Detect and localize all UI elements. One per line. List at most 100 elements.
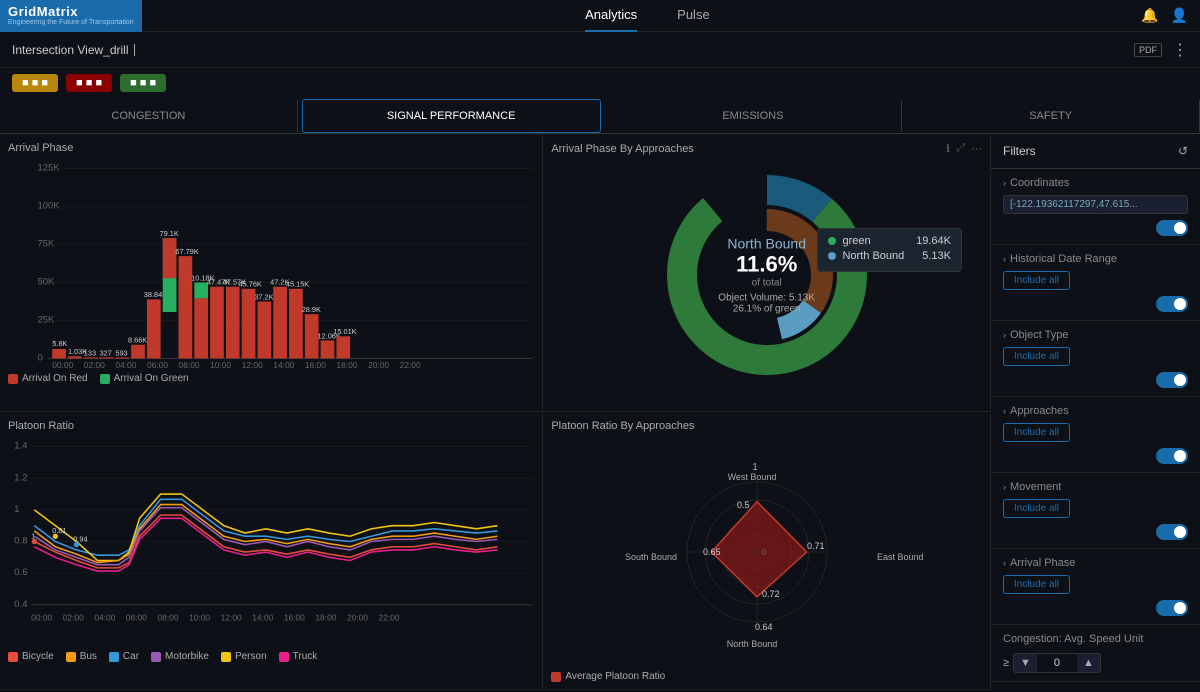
- expand-icon[interactable]: ⤢: [956, 142, 965, 155]
- svg-text:327: 327: [100, 348, 112, 357]
- include-all-arrival-phase[interactable]: Include all: [1003, 575, 1070, 594]
- logo-name: GridMatrix: [8, 4, 134, 20]
- platoon-ratio-legend: Bicycle Bus Car Motorbike: [8, 651, 534, 662]
- bell-icon[interactable]: 🔔: [1141, 7, 1158, 24]
- nav-pulse[interactable]: Pulse: [677, 0, 710, 32]
- filter-movement-label[interactable]: › Movement: [1003, 481, 1188, 493]
- svg-text:08:00: 08:00: [157, 613, 178, 623]
- include-all-approaches[interactable]: Include all: [1003, 423, 1070, 442]
- arrival-phase-legend: Arrival On Red Arrival On Green: [8, 373, 534, 384]
- panel-arrival-by-approaches: Arrival Phase By Approaches ℹ ⤢ ⋯: [543, 134, 990, 411]
- panel-platoon-by-approaches: Platoon Ratio By Approaches 1 West Bound…: [543, 412, 990, 689]
- tooltip-row-north: North Bound 5.13K: [828, 250, 951, 262]
- legend-truck: Truck: [279, 651, 318, 662]
- info-icon[interactable]: ℹ: [946, 142, 950, 155]
- toggle-switch-approaches[interactable]: [1156, 448, 1188, 464]
- filter-congestion-speed: Congestion: Avg. Speed Unit ≥ ▼ ▲: [991, 625, 1200, 682]
- chevron-coordinates: ›: [1003, 178, 1006, 188]
- logo-tagline: Engineering the Future of Transportation: [8, 19, 134, 27]
- pdf-icon[interactable]: PDF: [1134, 43, 1162, 57]
- svg-text:02:00: 02:00: [84, 360, 105, 369]
- toggle-switch-arrival-phase[interactable]: [1156, 600, 1188, 616]
- nav-analytics[interactable]: Analytics: [585, 0, 637, 32]
- svg-text:1: 1: [31, 531, 35, 540]
- platoon-ratio-chart: 1.4 1.2 1 0.8 0.6 0.4: [8, 436, 534, 647]
- svg-text:0.4: 0.4: [14, 599, 27, 610]
- tab-emissions[interactable]: EMISSIONS: [605, 100, 903, 132]
- legend-bicycle: Bicycle: [8, 651, 54, 662]
- filter-congestion-bicycle: Congestion: Bicycle Volume ≥ ▼ ▲: [991, 682, 1200, 690]
- toggle-switch-movement[interactable]: [1156, 524, 1188, 540]
- user-icon[interactable]: 👤: [1171, 7, 1188, 24]
- legend-motorbike: Motorbike: [151, 651, 209, 662]
- stepper-speed-down[interactable]: ▼: [1014, 654, 1037, 672]
- tab-safety[interactable]: SAFETY: [902, 100, 1200, 132]
- more-icon[interactable]: ⋯: [971, 142, 982, 155]
- svg-text:125K: 125K: [37, 163, 60, 174]
- badge-green: ■ ■ ■: [120, 74, 166, 92]
- filter-approaches-label[interactable]: › Approaches: [1003, 405, 1188, 417]
- filter-arrival-phase-label[interactable]: › Arrival Phase: [1003, 557, 1188, 569]
- svg-text:5.8K: 5.8K: [52, 339, 67, 348]
- svg-text:67.79K: 67.79K: [175, 247, 198, 256]
- tab-signal-performance[interactable]: SIGNAL PERFORMANCE: [302, 99, 601, 133]
- svg-text:East Bound: East Bound: [877, 552, 924, 562]
- chart-row-arrival: Arrival Phase 125K 100K 75K 50K 25K 0: [0, 134, 990, 412]
- svg-text:0: 0: [762, 548, 767, 557]
- svg-text:22:00: 22:00: [379, 613, 400, 623]
- chart-icons: ℹ ⤢ ⋯: [946, 142, 982, 155]
- svg-text:06:00: 06:00: [147, 360, 168, 369]
- more-icon[interactable]: ⋮: [1172, 40, 1188, 60]
- refresh-icon[interactable]: ↺: [1178, 144, 1188, 158]
- svg-text:18:00: 18:00: [336, 360, 357, 369]
- donut-label: North Bound 11.6% of total Object Volume…: [718, 235, 815, 314]
- include-all-object-type[interactable]: Include all: [1003, 347, 1070, 366]
- svg-text:37.2K: 37.2K: [254, 292, 273, 301]
- include-all-movement[interactable]: Include all: [1003, 499, 1070, 518]
- legend-avg-platoon-ratio: Average Platoon Ratio: [551, 671, 665, 682]
- svg-text:08:00: 08:00: [179, 360, 200, 369]
- toolbar: Intersection View_drill PDF ⋮: [0, 32, 1200, 68]
- svg-text:0.94: 0.94: [73, 534, 87, 543]
- toolbar-icons: PDF ⋮: [1134, 40, 1188, 60]
- include-all-historical[interactable]: Include all: [1003, 271, 1070, 290]
- filters-title: Filters: [1003, 144, 1036, 158]
- svg-text:10:00: 10:00: [210, 360, 231, 369]
- stepper-speed-box: ▼ ▲: [1013, 653, 1101, 673]
- toggle-switch-historical[interactable]: [1156, 296, 1188, 312]
- page-title: Intersection View_drill: [12, 43, 1134, 57]
- stepper-speed-input[interactable]: [1037, 654, 1077, 672]
- platoon-ratio-svg: 1.4 1.2 1 0.8 0.6 0.4: [8, 436, 534, 626]
- svg-text:0.72: 0.72: [762, 589, 780, 599]
- toggle-switch-object-type[interactable]: [1156, 372, 1188, 388]
- legend-arrival-green: Arrival On Green: [100, 373, 189, 384]
- toolbar-title-text: Intersection View_drill: [12, 43, 129, 57]
- chevron-object-type: ›: [1003, 330, 1006, 340]
- svg-text:North Bound: North Bound: [726, 639, 777, 649]
- filter-coordinates-label[interactable]: › Coordinates: [1003, 177, 1188, 189]
- svg-text:8.66K: 8.66K: [128, 336, 147, 345]
- svg-text:0.81: 0.81: [52, 526, 66, 535]
- chart-row-platoon: Platoon Ratio 1.4 1.2 1 0.8 0.6 0.4: [0, 412, 990, 690]
- svg-text:West Bound: West Bound: [727, 472, 776, 482]
- toggle-switch-coordinates[interactable]: [1156, 220, 1188, 236]
- svg-text:18:00: 18:00: [315, 613, 336, 623]
- legend-car: Car: [109, 651, 139, 662]
- filter-historical-label[interactable]: › Historical Date Range: [1003, 253, 1188, 265]
- svg-text:06:00: 06:00: [126, 613, 147, 623]
- svg-text:50K: 50K: [37, 277, 55, 288]
- arrival-phase-toggle: [1003, 600, 1188, 616]
- chevron-arrival-phase: ›: [1003, 558, 1006, 568]
- arrival-phase-title: Arrival Phase: [8, 142, 534, 154]
- tooltip-row-green: green 19.64K: [828, 235, 951, 247]
- section-tabs: CONGESTION SIGNAL PERFORMANCE EMISSIONS …: [0, 98, 1200, 134]
- svg-text:0.65: 0.65: [703, 547, 721, 557]
- tab-congestion[interactable]: CONGESTION: [0, 100, 298, 132]
- panel-arrival-phase: Arrival Phase 125K 100K 75K 50K 25K 0: [0, 134, 543, 411]
- legend-bus: Bus: [66, 651, 97, 662]
- stepper-speed-up[interactable]: ▲: [1077, 654, 1100, 672]
- svg-text:10:00: 10:00: [189, 613, 210, 623]
- svg-text:16:00: 16:00: [305, 360, 326, 369]
- filter-object-type-label[interactable]: › Object Type: [1003, 329, 1188, 341]
- filter-movement: › Movement Include all: [991, 473, 1200, 549]
